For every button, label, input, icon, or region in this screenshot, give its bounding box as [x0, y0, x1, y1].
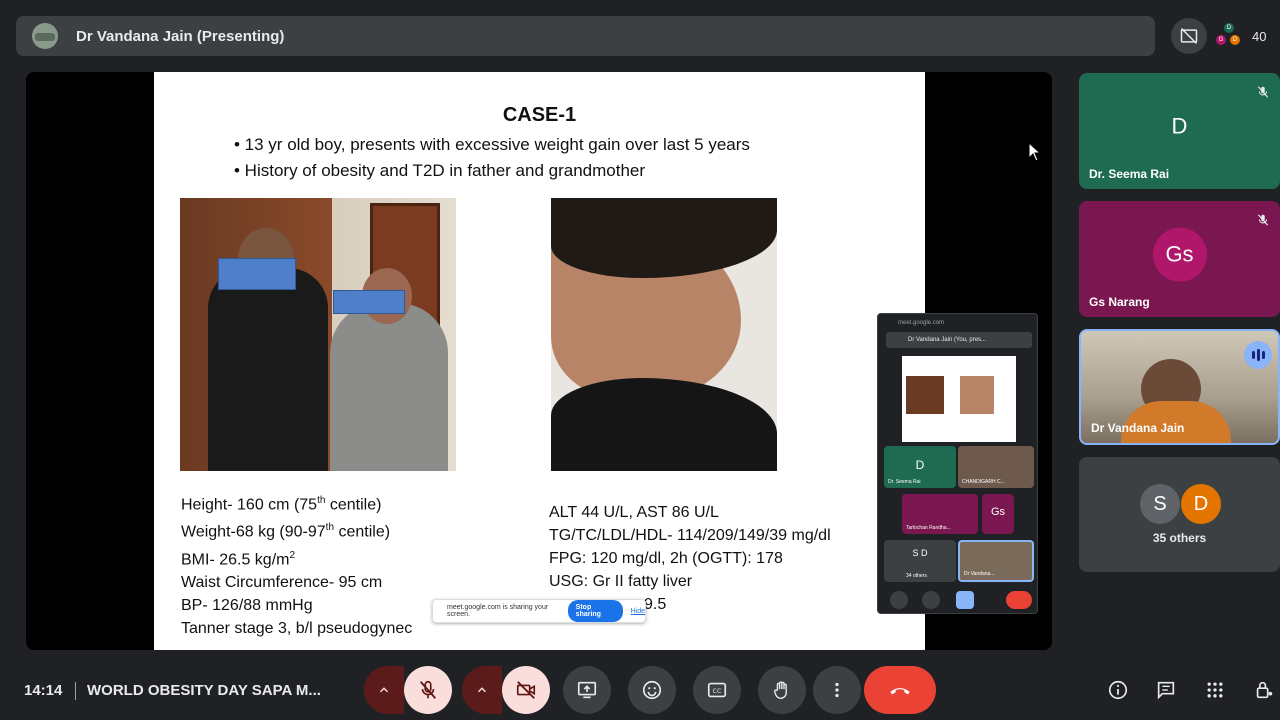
captions-button[interactable]: CC — [693, 666, 741, 714]
meeting-details-button[interactable] — [1106, 678, 1130, 702]
others-tile[interactable]: S D 35 others — [1079, 457, 1280, 572]
avatar: D — [1152, 99, 1207, 154]
bullet-item: • 13 yr old boy, presents with excessive… — [234, 135, 750, 154]
present-screen-button[interactable] — [563, 666, 611, 714]
svg-text:CC: CC — [713, 687, 722, 695]
mic-off-icon — [1257, 214, 1269, 226]
waist-stat: Waist Circumference- 95 cm — [181, 573, 383, 591]
lab-line: FPG: 120 mg/dl, 2h (OGTT): 178 — [549, 550, 783, 567]
participant-tile-seema-rai[interactable]: D Dr. Seema Rai — [1079, 73, 1280, 189]
layout-off-icon — [1180, 27, 1198, 45]
share-message: meet.google.com is sharing your screen. — [447, 604, 549, 618]
pip-header: Dr Vandana Jain (You, pres... — [886, 332, 1032, 348]
mic-off-icon — [1257, 86, 1269, 98]
present-icon — [577, 681, 597, 699]
slide-title: CASE-1 — [502, 104, 577, 126]
pip-tile: Tarlochan Randha... — [902, 494, 978, 534]
mini-avatar: G — [1216, 35, 1226, 45]
presenting-banner: Dr Vandana Jain (Presenting) — [16, 16, 1155, 56]
stop-sharing-button[interactable]: Stop sharing — [567, 600, 623, 622]
avatar: D — [1181, 484, 1221, 524]
bottom-toolbar: 14:14 WORLD OBESITY DAY SAPA M... CC — [0, 660, 1280, 720]
clock: 14:14 — [24, 682, 63, 699]
participant-tile-gs-narang[interactable]: Gs Gs Narang — [1079, 201, 1280, 317]
audio-options-button[interactable] — [364, 666, 404, 714]
shared-slide: CASE-1 • 13 yr old boy, presents with ex… — [154, 72, 925, 650]
mic-off-icon — [419, 680, 437, 699]
pip-more-button[interactable] — [982, 591, 990, 609]
chat-button[interactable] — [1154, 678, 1178, 702]
anthropometry-list: Height- 160 cm (75th centile) Weight-68 … — [181, 489, 412, 640]
divider — [75, 682, 76, 700]
face-redaction-box — [333, 290, 405, 314]
chevron-up-icon — [477, 687, 487, 693]
participant-avatars: D G D — [1216, 23, 1242, 49]
bullet-item: • History of obesity and T2D in father a… — [234, 161, 646, 180]
pip-url: meet.google.com — [898, 320, 945, 326]
pip-tile: Gs — [982, 494, 1014, 534]
pip-camera-button[interactable] — [922, 591, 940, 609]
mini-avatar: D — [1224, 23, 1234, 33]
lab-line: ALT 44 U/L, AST 86 U/L — [549, 504, 719, 521]
speaking-indicator-icon — [1244, 341, 1272, 369]
video-options-button[interactable] — [462, 666, 502, 714]
chevron-up-icon — [379, 687, 389, 693]
chat-icon — [1157, 681, 1175, 700]
reactions-button[interactable] — [628, 666, 676, 714]
avatar: Gs — [1152, 227, 1207, 282]
presenter-avatar — [32, 23, 58, 49]
more-vert-icon — [835, 682, 839, 698]
mouse-cursor-icon — [1028, 142, 1042, 162]
hide-share-bar-link[interactable]: Hide — [631, 608, 645, 615]
weight-stat: Weight-68 kg (90-97th centile) — [181, 522, 391, 541]
raise-hand-button[interactable] — [758, 666, 806, 714]
participant-name: Dr. Seema Rai — [1089, 167, 1170, 181]
hand-icon — [773, 681, 787, 699]
hide-self-view-button[interactable] — [1171, 18, 1207, 54]
pip-tile: Dr Vandana... — [958, 540, 1034, 582]
camera-button[interactable] — [502, 666, 550, 714]
participant-name: Dr Vandana Jain — [1091, 421, 1185, 435]
host-controls-button[interactable] — [1252, 678, 1276, 702]
avatar: S — [1140, 484, 1180, 524]
lab-line: USG: Gr II fatty liver — [549, 573, 693, 590]
leave-call-button[interactable] — [864, 666, 936, 714]
lab-line: TG/TC/LDL/HDL- 114/209/149/39 mg/dl — [549, 527, 831, 544]
apps-grid-icon — [1207, 682, 1223, 698]
info-icon — [1108, 680, 1128, 700]
height-stat: Height- 160 cm (75th centile) — [181, 495, 382, 514]
pip-tile: D Dr. Seema Rai — [884, 446, 956, 488]
others-count: 35 others — [1152, 531, 1207, 545]
meeting-name: WORLD OBESITY DAY SAPA M... — [87, 682, 321, 699]
pip-window[interactable]: meet.google.com Dr Vandana Jain (You, pr… — [877, 313, 1038, 614]
camera-off-icon — [516, 681, 536, 699]
lock-person-icon — [1256, 681, 1273, 699]
slide-bullets: • 13 yr old boy, presents with excessive… — [234, 132, 750, 184]
pip-tile: CHANDIGARH C... — [958, 446, 1034, 488]
presenting-title: Dr Vandana Jain (Presenting) — [76, 27, 285, 45]
pip-tile: S D 34 others — [884, 540, 956, 582]
microphone-button[interactable] — [404, 666, 452, 714]
closed-captions-icon: CC — [707, 682, 727, 698]
bp-stat: BP- 126/88 mmHg — [181, 596, 313, 614]
mini-avatar: D — [1230, 35, 1240, 45]
activities-button[interactable] — [1203, 678, 1227, 702]
face-redaction-box — [218, 258, 296, 290]
screen-share-notification: meet.google.com is sharing your screen. … — [432, 599, 646, 623]
pip-present-button[interactable] — [956, 591, 974, 609]
participant-count: 40 — [1252, 28, 1267, 44]
patient-photo-front — [180, 198, 456, 471]
bmi-stat: BMI- 26.5 kg/m2 — [181, 549, 296, 568]
call-end-icon — [890, 688, 910, 695]
patient-photo-neck — [551, 198, 777, 471]
tanner-stat: Tanner stage 3, b/l pseudogynec — [181, 619, 413, 637]
participant-tile-vandana-jain[interactable]: Dr Vandana Jain — [1079, 329, 1280, 445]
pip-end-call-button[interactable] — [1006, 591, 1032, 609]
participants-button[interactable]: D G D 40 — [1216, 18, 1280, 54]
pip-slide-preview — [902, 356, 1016, 442]
pip-mic-button[interactable] — [890, 591, 908, 609]
participant-name: Gs Narang — [1089, 295, 1150, 309]
more-options-button[interactable] — [813, 666, 861, 714]
emoji-icon — [642, 680, 662, 700]
